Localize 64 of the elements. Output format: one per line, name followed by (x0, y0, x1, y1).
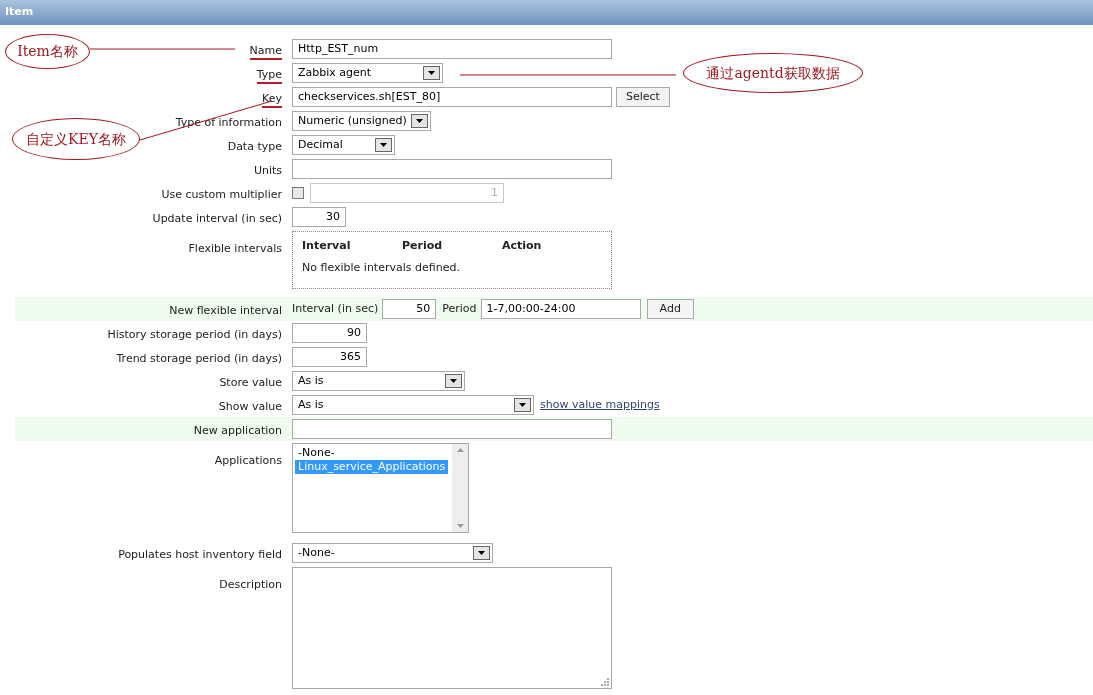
list-option[interactable]: -None- (295, 446, 338, 460)
dropdown-button[interactable] (423, 66, 440, 80)
field-label: Store value (219, 376, 282, 389)
dropdown-button[interactable] (445, 374, 462, 388)
column-header: Interval (302, 238, 352, 254)
field-label: New application (193, 424, 282, 437)
up-arrow-icon (456, 448, 464, 452)
text-field[interactable] (292, 159, 612, 179)
period-label: Period (442, 300, 477, 317)
select-field[interactable]: -None- (292, 543, 493, 563)
empty-message: No flexible intervals defined. (302, 259, 461, 276)
select-field[interactable]: Numeric (unsigned) (292, 111, 431, 131)
field-label: Populates host inventory field (118, 548, 282, 561)
caret-icon (519, 403, 526, 407)
select-field[interactable]: Decimal (292, 135, 395, 155)
dropdown-button[interactable] (514, 398, 531, 412)
field-label: Applications (214, 454, 282, 467)
dropdown-button[interactable] (473, 546, 490, 560)
annotation-bubble: Item名称 (5, 34, 90, 69)
field-label: Flexible intervals (188, 242, 282, 255)
field-label: Data type (227, 140, 282, 153)
caret-icon (478, 551, 485, 555)
caret-icon (380, 143, 387, 147)
scrollbar[interactable] (452, 444, 468, 532)
field-label: Description (219, 578, 282, 591)
field-label: Show value (218, 400, 282, 413)
field-label: History storage period (in days) (107, 328, 282, 341)
number-field[interactable]: 365 (292, 347, 367, 367)
add-button[interactable]: Add (646, 299, 694, 319)
field-label: Trend storage period (in days) (116, 352, 282, 365)
dropdown-button[interactable] (411, 114, 428, 128)
field-label: New flexible interval (169, 304, 282, 317)
number-field[interactable]: 30 (292, 207, 346, 227)
field-label: Name (249, 44, 282, 60)
select-button[interactable]: Select (616, 87, 670, 107)
resize-grip-icon (600, 677, 609, 686)
field-label: Use custom multiplier (161, 188, 282, 201)
period-field[interactable]: 1-7,00:00-24:00 (480, 299, 641, 319)
annotation-bubble: 自定义KEY名称 (12, 118, 140, 160)
header-title: Item (5, 4, 34, 21)
field-label: Update interval (in sec) (152, 212, 282, 225)
dropdown-button[interactable] (375, 138, 392, 152)
text-field[interactable]: Http_EST_num (292, 39, 612, 59)
annotation-bubble: 通过agentd获取数据 (683, 53, 863, 93)
interval-field[interactable]: 50 (382, 299, 437, 319)
applications-listbox[interactable]: -None- Linux_service_Applications (292, 443, 469, 533)
column-header: Action (502, 238, 543, 254)
field-label: Key (262, 92, 282, 108)
select-field[interactable]: As is (292, 395, 534, 415)
select-field[interactable]: As is (292, 371, 465, 391)
key-field[interactable]: checkservices.sh[EST_80] (292, 87, 612, 107)
text-field[interactable] (292, 419, 612, 439)
down-arrow-icon (456, 524, 464, 528)
caret-icon (450, 379, 457, 383)
value-mappings-link[interactable]: show value mappings (540, 396, 660, 414)
field-label: Type of information (175, 116, 282, 129)
caret-icon (416, 119, 423, 123)
number-field[interactable]: 90 (292, 323, 367, 343)
caret-icon (428, 71, 435, 75)
column-header: Period (402, 238, 444, 254)
field-label: Units (253, 164, 282, 177)
select-field[interactable]: Zabbix agent (292, 63, 443, 83)
field-label: Type (256, 68, 282, 84)
interval-label: Interval (in sec) (292, 300, 379, 317)
